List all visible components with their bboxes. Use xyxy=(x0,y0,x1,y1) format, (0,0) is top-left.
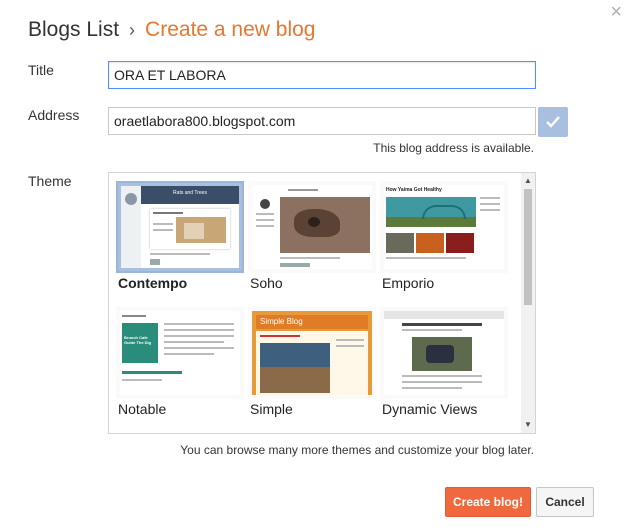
address-input[interactable] xyxy=(108,107,536,135)
contempo-sample-title: Rats and Trees xyxy=(173,190,207,196)
theme-name-simple: Simple xyxy=(250,401,293,417)
address-label: Address xyxy=(28,107,80,123)
theme-thumbnail-contempo: Rats and Trees xyxy=(116,181,244,273)
title-input[interactable] xyxy=(108,61,536,89)
theme-name-emporio: Emporio xyxy=(382,275,435,291)
address-check-button[interactable] xyxy=(538,107,568,137)
theme-picker: Rats and Trees Contempo Soho How Yaima G… xyxy=(108,172,536,434)
notable-sample-heading: Brunch Cafe Guide The Dig xyxy=(124,335,152,345)
cancel-button[interactable]: Cancel xyxy=(536,487,594,517)
theme-thumbnail-emporio: How Yaima Got Healthy xyxy=(380,181,508,273)
breadcrumb-blogs-list[interactable]: Blogs List xyxy=(28,18,119,41)
theme-name-dynamic-views: Dynamic Views xyxy=(382,401,478,417)
theme-option-emporio[interactable]: How Yaima Got Healthy Emporio xyxy=(380,181,508,293)
theme-thumbnail-notable: Brunch Cafe Guide The Dig xyxy=(116,307,244,399)
theme-option-dynamic-views[interactable]: Dynamic Views xyxy=(380,307,508,419)
close-icon[interactable]: × xyxy=(610,2,622,22)
theme-label: Theme xyxy=(28,173,72,189)
theme-scrollbar[interactable]: ▲ ▼ xyxy=(521,173,535,433)
emporio-sample-title: How Yaima Got Healthy xyxy=(386,187,442,193)
theme-option-notable[interactable]: Brunch Cafe Guide The Dig Notable xyxy=(116,307,244,419)
theme-name-soho: Soho xyxy=(250,275,283,291)
browse-themes-note: You can browse many more themes and cust… xyxy=(180,443,534,457)
theme-thumbnail-soho xyxy=(248,181,376,273)
create-blog-button[interactable]: Create blog! xyxy=(445,487,531,517)
simple-sample-title: Simple Blog xyxy=(260,317,303,326)
scroll-up-arrow-icon[interactable]: ▲ xyxy=(521,175,535,187)
breadcrumb-separator-icon: › xyxy=(129,20,136,40)
page-title: Create a new blog xyxy=(145,18,316,41)
theme-option-soho[interactable]: Soho xyxy=(248,181,376,293)
theme-name-contempo: Contempo xyxy=(118,275,188,291)
title-label: Title xyxy=(28,62,54,78)
theme-thumbnail-dynamic-views xyxy=(380,307,508,399)
theme-name-notable: Notable xyxy=(118,401,167,417)
theme-option-simple[interactable]: Simple Blog Simple xyxy=(248,307,376,419)
scroll-thumb[interactable] xyxy=(524,189,532,305)
theme-option-contempo[interactable]: Rats and Trees Contempo xyxy=(116,181,244,293)
address-availability-status: This blog address is available. xyxy=(373,141,534,155)
breadcrumb: Blogs List › Create a new blog xyxy=(28,18,316,42)
checkmark-icon xyxy=(546,116,560,128)
scroll-down-arrow-icon[interactable]: ▼ xyxy=(521,419,535,431)
theme-thumbnail-simple: Simple Blog xyxy=(248,307,376,399)
